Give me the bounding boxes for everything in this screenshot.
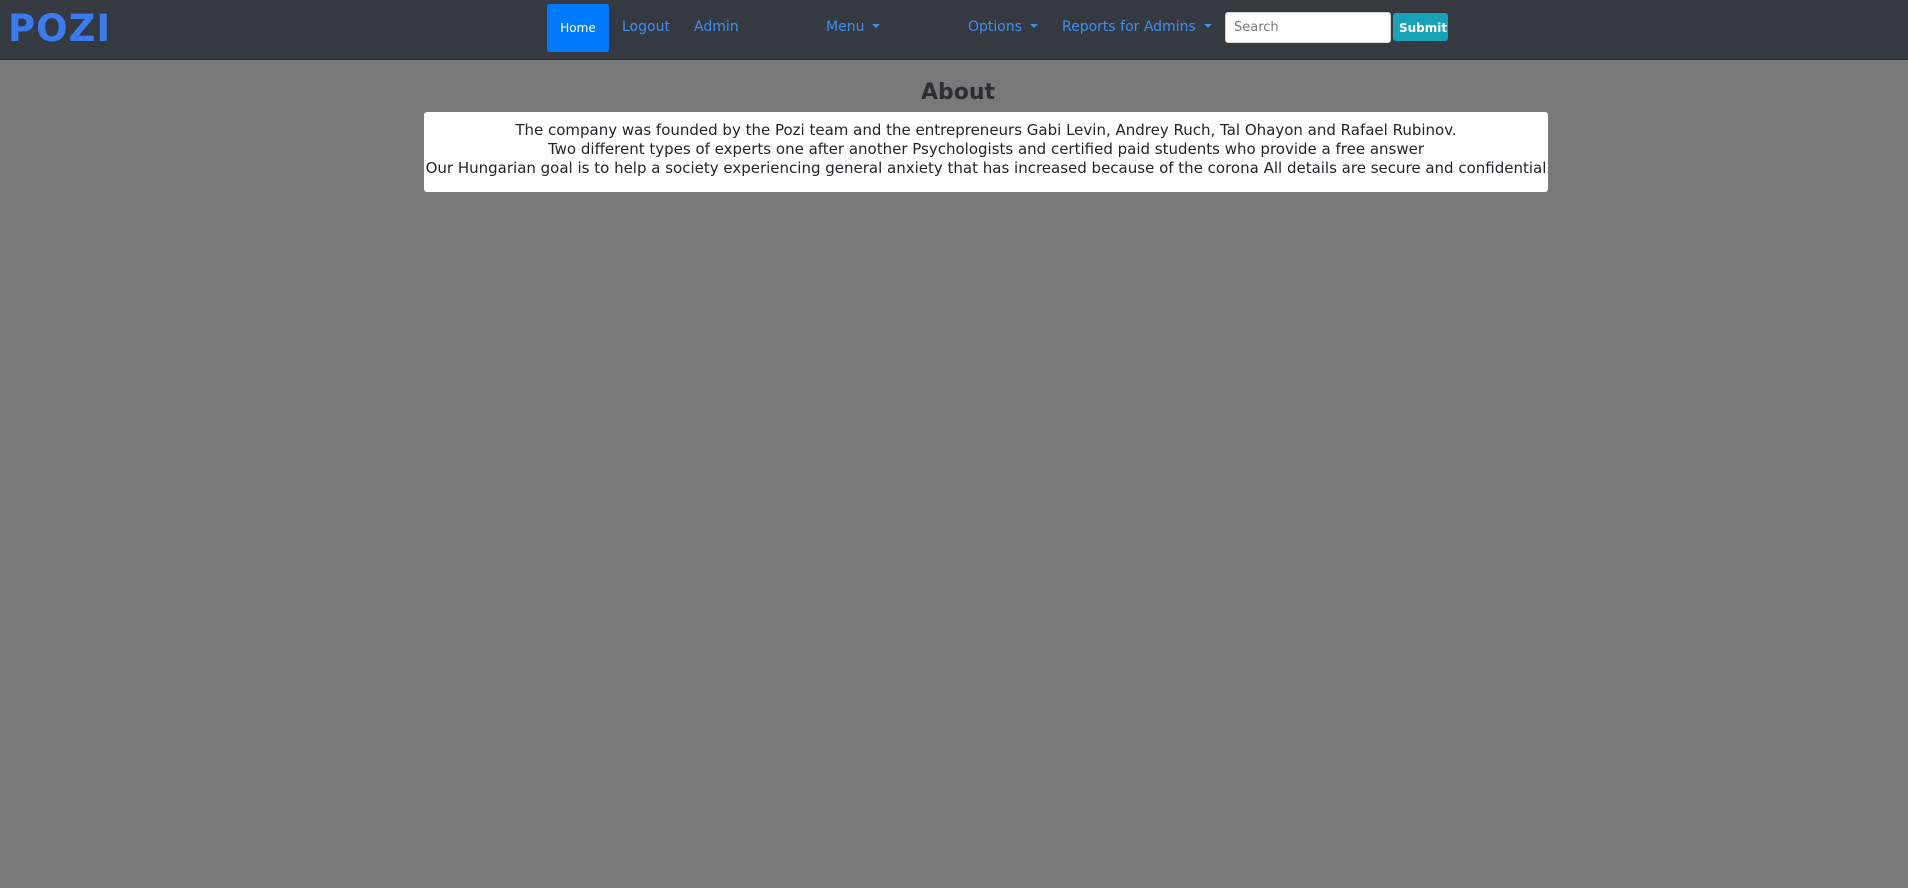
about-card: The company was founded by the Pozi team… [424, 112, 1548, 192]
chevron-down-icon [872, 24, 881, 28]
search-submit-button[interactable]: Submit [1393, 13, 1448, 41]
nav-options-label: Options [968, 19, 1023, 35]
nav-menu-dropdown[interactable]: Menu [826, 17, 881, 37]
nav-reports-dropdown[interactable]: Reports for Admins [1062, 17, 1212, 37]
nav-logout-link[interactable]: Logout [622, 17, 670, 37]
nav-reports-label: Reports for Admins [1062, 19, 1196, 35]
search-input[interactable] [1225, 12, 1391, 43]
chevron-down-icon [1030, 24, 1039, 28]
about-line-1: The company was founded by the Pozi team… [515, 121, 1457, 139]
nav-admin-link[interactable]: Admin [694, 17, 739, 37]
page-title: About [920, 80, 996, 105]
about-line-3: Our Hungarian goal is to help a society … [425, 159, 1547, 177]
nav-options-dropdown[interactable]: Options [968, 17, 1039, 37]
about-line-2: Two different types of experts one after… [547, 140, 1425, 158]
top-navbar: POZI Home Logout Admin Menu Options Repo… [0, 0, 1908, 60]
nav-menu-label: Menu [826, 19, 865, 35]
chevron-down-icon [1203, 24, 1212, 28]
brand-logo[interactable]: POZI [8, 9, 111, 49]
nav-home-button[interactable]: Home [547, 4, 609, 52]
